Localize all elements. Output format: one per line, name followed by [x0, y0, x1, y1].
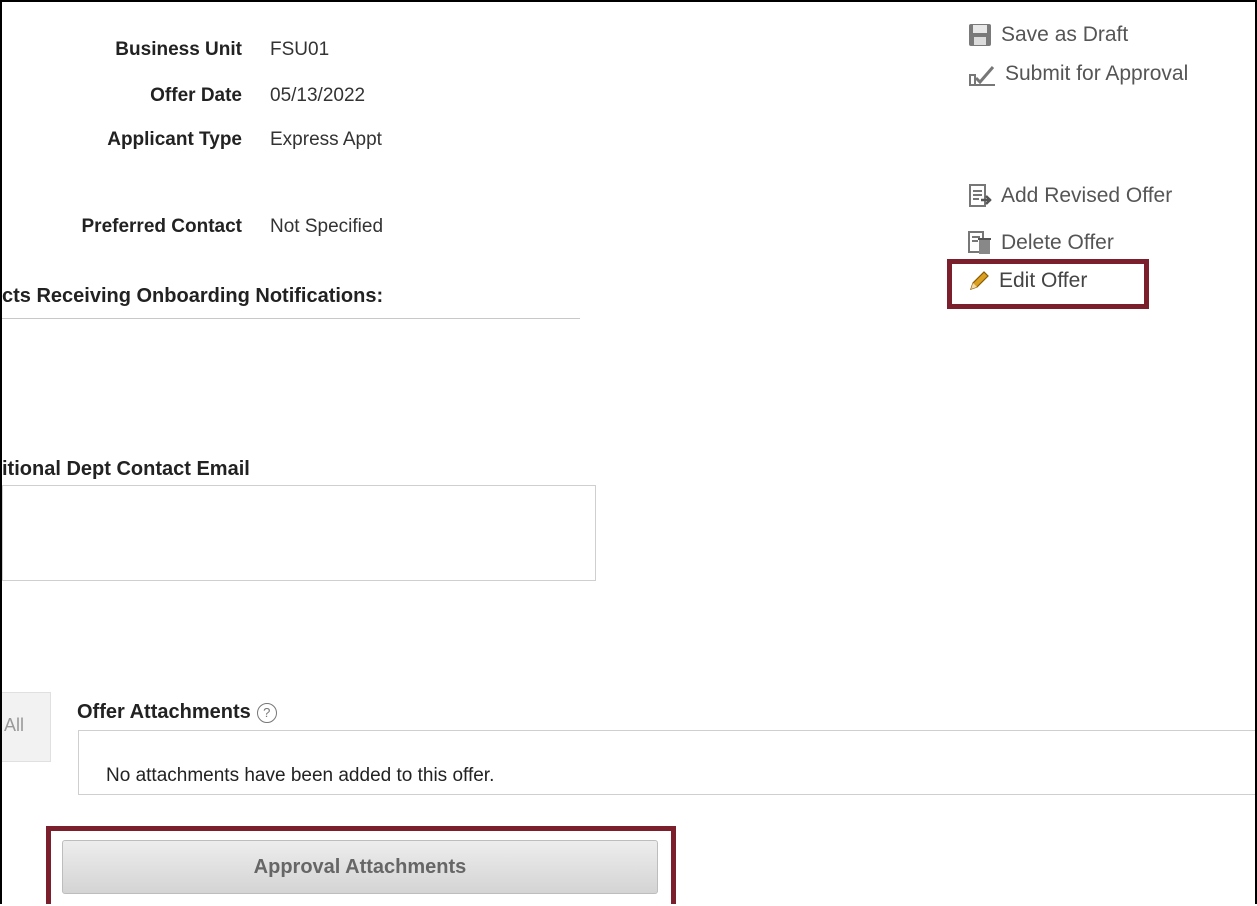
offer-page: Business Unit FSU01 Offer Date 05/13/202…	[0, 0, 1257, 904]
save-as-draft-label: Save as Draft	[1001, 23, 1129, 46]
offer-attachments-title: Offer Attachments	[77, 701, 251, 723]
dept-contact-email-field[interactable]	[2, 485, 596, 581]
save-as-draft-link[interactable]: Save as Draft	[967, 22, 1128, 48]
onboarding-notifications-heading: cts Receiving Onboarding Notifications:	[2, 285, 384, 307]
floppy-disk-icon	[969, 24, 991, 46]
preferred-contact-label: Preferred Contact	[81, 216, 243, 237]
offer-attachments-heading: Offer Attachments?	[77, 701, 277, 724]
business-unit-label: Business Unit	[115, 39, 242, 60]
delete-offer-label: Delete Offer	[1001, 231, 1114, 254]
applicant-type-value: Express Appt	[270, 129, 382, 150]
side-tab-label: All	[4, 715, 25, 735]
preferred-contact-value: Not Specified	[270, 216, 384, 237]
sign-document-icon	[969, 66, 995, 86]
no-attachments-message: No attachments have been added to this o…	[106, 765, 495, 786]
add-revised-offer-link[interactable]: Add Revised Offer	[967, 183, 1172, 209]
pencil-icon	[970, 271, 989, 290]
submit-for-approval-link[interactable]: Submit for Approval	[967, 61, 1188, 87]
attachments-box: No attachments have been added to this o…	[78, 730, 1255, 795]
edit-offer-label: Edit Offer	[999, 269, 1088, 292]
help-icon[interactable]: ?	[256, 702, 277, 723]
side-tab[interactable]: All	[2, 692, 51, 762]
add-revised-offer-label: Add Revised Offer	[1001, 184, 1173, 207]
offer-date-value: 05/13/2022	[270, 85, 366, 106]
dept-contact-email-heading: itional Dept Contact Email	[2, 458, 250, 480]
section-divider	[2, 318, 580, 319]
delete-offer-link[interactable]: Delete Offer	[967, 230, 1114, 256]
offer-date-label: Offer Date	[150, 85, 242, 106]
business-unit-value: FSU01	[270, 39, 330, 60]
edit-offer-link[interactable]: Edit Offer	[967, 269, 1087, 293]
add-document-icon	[969, 184, 992, 207]
delete-document-icon	[968, 231, 991, 254]
approval-attachments-button[interactable]: Approval Attachments	[62, 840, 658, 894]
submit-for-approval-label: Submit for Approval	[1005, 62, 1189, 85]
applicant-type-label: Applicant Type	[107, 129, 242, 150]
